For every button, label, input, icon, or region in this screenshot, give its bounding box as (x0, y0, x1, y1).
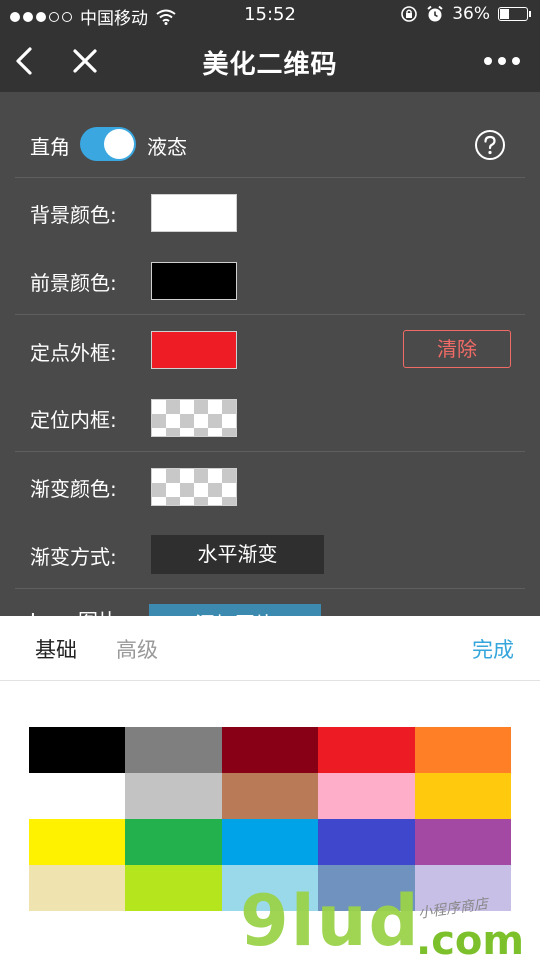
palette-color-cell[interactable] (318, 819, 415, 865)
palette-color-cell[interactable] (125, 865, 222, 911)
divider (15, 177, 525, 178)
done-button[interactable]: 完成 (472, 634, 514, 664)
battery-icon (498, 7, 531, 21)
toggle-right-label: 液态 (147, 135, 187, 159)
background-color-label: 背景颜色: (30, 203, 117, 227)
palette-color-cell[interactable] (414, 773, 511, 819)
anchor-inner-label: 定位内框: (30, 408, 117, 432)
battery-percent: 36% (452, 4, 490, 24)
logo-image-label: Logo图片: (30, 605, 125, 616)
palette-color-cell[interactable] (318, 773, 415, 819)
divider (15, 588, 525, 589)
add-image-button[interactable]: 添加图片 (149, 604, 321, 616)
palette-color-cell[interactable] (318, 865, 415, 911)
gradient-mode-select[interactable]: 水平渐变 (151, 535, 324, 574)
palette-color-cell[interactable] (125, 773, 222, 819)
more-button[interactable] (484, 50, 526, 72)
foreground-color-label: 前景颜色: (30, 271, 117, 295)
color-palette (29, 727, 511, 911)
more-dot-icon (498, 57, 506, 65)
status-right: 36% (400, 4, 531, 24)
palette-color-cell[interactable] (29, 819, 126, 865)
divider (0, 680, 540, 681)
alarm-icon (427, 5, 443, 22)
foreground-color-swatch[interactable] (151, 262, 237, 300)
divider (15, 451, 525, 452)
palette-color-cell[interactable] (221, 727, 319, 773)
clear-button[interactable]: 清除 (403, 330, 511, 368)
anchor-outer-color-swatch[interactable] (151, 331, 237, 369)
rotation-lock-icon (401, 6, 418, 22)
shape-toggle[interactable] (80, 127, 136, 161)
more-dot-icon (512, 57, 520, 65)
anchor-inner-color-swatch[interactable] (151, 399, 237, 437)
gradient-color-label: 渐变颜色: (30, 477, 117, 501)
palette-color-cell[interactable] (318, 727, 415, 773)
palette-color-cell[interactable] (29, 773, 126, 819)
gradient-color-swatch[interactable] (151, 468, 237, 506)
anchor-outer-label: 定点外框: (30, 341, 117, 365)
palette-color-cell[interactable] (125, 819, 222, 865)
palette-color-cell[interactable] (125, 727, 222, 773)
help-button[interactable] (474, 129, 506, 161)
gradient-mode-label: 渐变方式: (30, 545, 117, 569)
page-title: 美化二维码 (202, 50, 338, 80)
palette-color-cell[interactable] (221, 819, 319, 865)
status-bar: 中国移动 15:52 36% (0, 0, 540, 30)
more-dot-icon (484, 57, 492, 65)
palette-color-cell[interactable] (221, 773, 319, 819)
settings-panel: 直角 液态 背景颜色: 前景颜色: 定点外框: 清除 定位内框: 渐变颜色: 渐… (0, 92, 540, 616)
divider (15, 314, 525, 315)
palette-color-cell[interactable] (414, 819, 511, 865)
background-color-swatch[interactable] (151, 194, 237, 232)
tab-basic[interactable]: 基础 (35, 634, 77, 664)
tab-advanced[interactable]: 高级 (116, 634, 158, 664)
toggle-knob (104, 129, 134, 159)
help-icon (475, 130, 505, 160)
nav-bar: 美化二维码 (0, 30, 540, 92)
color-picker-sheet: 基础 高级 完成 (0, 616, 540, 960)
palette-color-cell[interactable] (29, 865, 126, 911)
palette-color-cell[interactable] (414, 865, 511, 911)
palette-color-cell[interactable] (414, 727, 511, 773)
toggle-left-label: 直角 (30, 135, 70, 159)
palette-color-cell[interactable] (29, 727, 126, 773)
palette-color-cell[interactable] (221, 865, 319, 911)
